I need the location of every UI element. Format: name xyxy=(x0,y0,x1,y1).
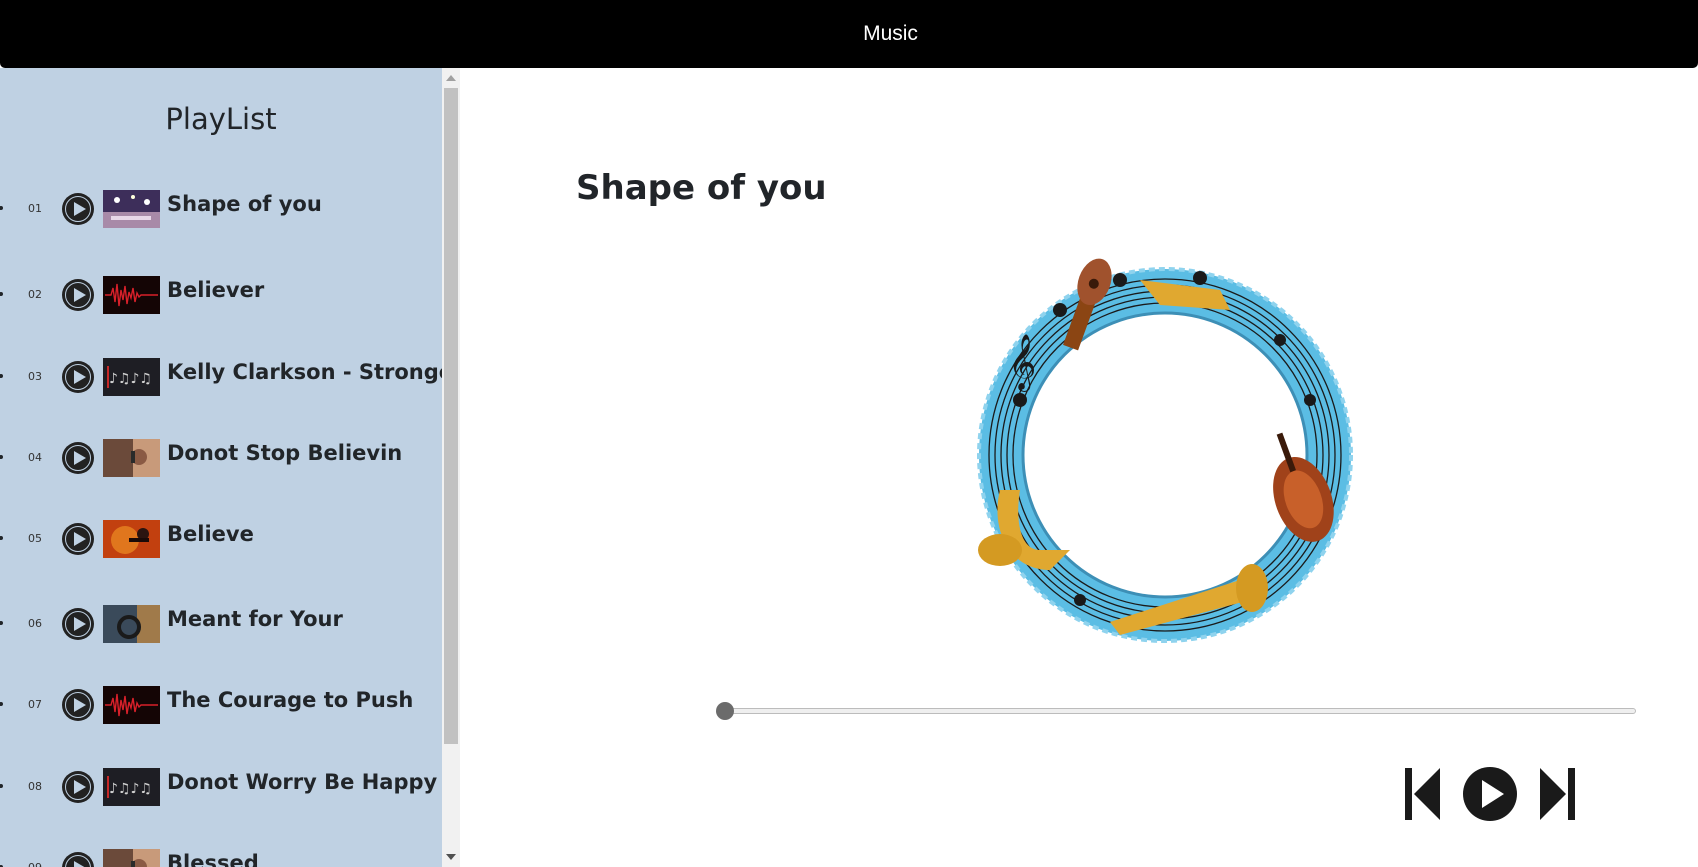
track-name[interactable]: Kelly Clarkson - Stronger xyxy=(167,360,442,384)
album-thumbnail xyxy=(103,686,160,724)
play-icon[interactable] xyxy=(62,852,94,867)
play-icon[interactable] xyxy=(62,361,94,393)
album-thumbnail: ♪♫♪♫ xyxy=(103,768,160,806)
progress-handle[interactable] xyxy=(716,702,734,720)
track-name[interactable]: The Courage to Push xyxy=(167,688,413,712)
scroll-down-arrow-icon[interactable] xyxy=(446,854,456,860)
playlist-item[interactable]: 02 Believer xyxy=(0,272,442,320)
sidebar-scrollbar[interactable] xyxy=(442,68,460,867)
playlist-item[interactable]: 06 Meant for Your xyxy=(0,601,442,649)
app-title: Music xyxy=(863,22,918,45)
track-number: 04 xyxy=(28,451,42,464)
play-icon[interactable] xyxy=(62,523,94,555)
player-controls xyxy=(1402,764,1578,824)
previous-icon[interactable] xyxy=(1402,764,1442,824)
playlist-item[interactable]: 04 Donot Stop Believin xyxy=(0,435,442,483)
svg-text:𝄞: 𝄞 xyxy=(1008,334,1036,392)
playlist-title: PlayList xyxy=(165,102,277,136)
progress-track[interactable] xyxy=(724,708,1636,714)
album-thumbnail xyxy=(103,520,160,558)
next-icon[interactable] xyxy=(1538,764,1578,824)
playlist-item[interactable]: 08 ♪♫♪♫ Donot Worry Be Happy xyxy=(0,764,442,812)
top-bar: Music xyxy=(0,0,1698,68)
track-number: 02 xyxy=(28,288,42,301)
album-thumbnail xyxy=(103,605,160,643)
list-bullet xyxy=(0,206,3,210)
play-icon[interactable] xyxy=(62,279,94,311)
album-artwork: 𝄞 xyxy=(960,250,1370,660)
track-number: 08 xyxy=(28,780,42,793)
list-bullet xyxy=(0,292,3,296)
svg-text:♪♫♪♫: ♪♫♪♫ xyxy=(109,371,152,387)
list-bullet xyxy=(0,374,3,378)
playlist-item[interactable]: 05 Believe xyxy=(0,516,442,564)
track-name[interactable]: Blessed xyxy=(167,851,259,867)
svg-text:♪♫♪♫: ♪♫♪♫ xyxy=(109,781,152,797)
playlist-sidebar: PlayList 01 Shape of you 02 Believer 03 … xyxy=(0,68,442,867)
play-icon[interactable] xyxy=(62,689,94,721)
track-number: 09 xyxy=(24,861,46,867)
album-thumbnail xyxy=(103,849,160,867)
play-icon[interactable] xyxy=(62,608,94,640)
play-icon[interactable] xyxy=(1462,764,1518,824)
list-bullet xyxy=(0,455,3,459)
track-name[interactable]: Donot Stop Believin xyxy=(167,441,402,465)
track-name[interactable]: Meant for Your xyxy=(167,607,343,631)
track-name[interactable]: Believer xyxy=(167,278,264,302)
album-thumbnail: ♪♫♪♫ xyxy=(103,358,160,396)
list-bullet xyxy=(0,784,3,788)
track-number: 03 xyxy=(28,370,42,383)
track-name[interactable]: Donot Worry Be Happy xyxy=(167,770,437,794)
play-icon[interactable] xyxy=(62,442,94,474)
scroll-up-arrow-icon[interactable] xyxy=(446,75,456,81)
album-thumbnail xyxy=(103,439,160,477)
play-icon[interactable] xyxy=(62,193,94,225)
track-number: 07 xyxy=(28,698,42,711)
track-name[interactable]: Shape of you xyxy=(167,192,322,216)
track-number: 01 xyxy=(28,202,42,215)
progress-slider[interactable] xyxy=(716,702,1636,720)
list-bullet xyxy=(0,536,3,540)
now-playing-title: Shape of you xyxy=(576,168,827,208)
playlist-item[interactable]: 01 Shape of you xyxy=(0,186,442,234)
track-number: 06 xyxy=(28,617,42,630)
list-bullet xyxy=(0,621,3,625)
playlist-item[interactable]: 07 The Courage to Push xyxy=(0,682,442,730)
playlist-item[interactable]: 03 ♪♫♪♫ Kelly Clarkson - Stronger xyxy=(0,354,442,402)
album-thumbnail xyxy=(103,276,160,314)
list-bullet xyxy=(0,702,3,706)
track-number: 05 xyxy=(28,532,42,545)
album-thumbnail xyxy=(103,190,160,228)
track-name[interactable]: Believe xyxy=(167,522,254,546)
play-icon[interactable] xyxy=(62,771,94,803)
playlist-item[interactable]: 09 Blessed xyxy=(0,845,442,867)
scrollbar-thumb[interactable] xyxy=(444,88,458,744)
